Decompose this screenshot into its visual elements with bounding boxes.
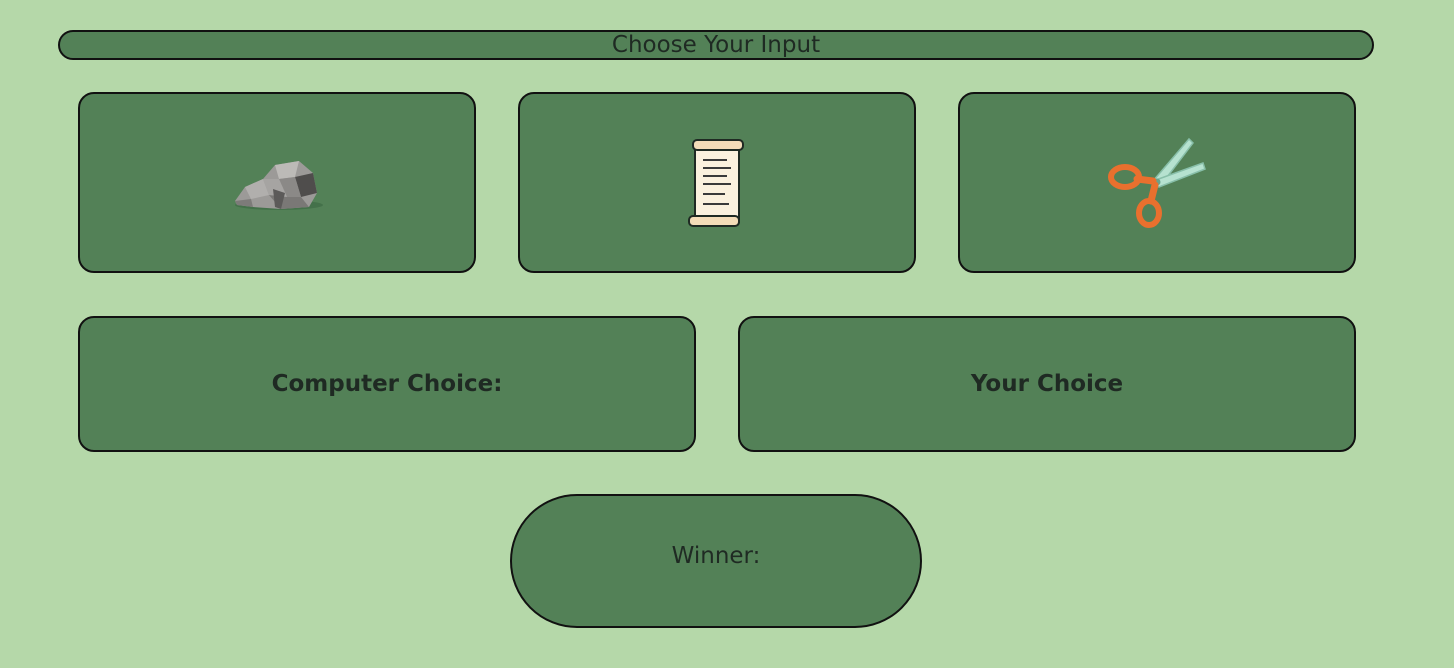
rock-icon xyxy=(235,160,323,210)
choose-input-header: Choose Your Input xyxy=(58,30,1374,60)
scissors-icon xyxy=(1108,137,1206,228)
winner-label: Winner: xyxy=(671,543,761,569)
rock-button[interactable] xyxy=(78,92,476,273)
scissors-button[interactable] xyxy=(958,92,1356,273)
computer-choice-label: Computer Choice: xyxy=(271,371,503,397)
paper-button[interactable] xyxy=(518,92,916,273)
computer-choice-panel: Computer Choice: xyxy=(78,316,696,452)
page-title: Choose Your Input xyxy=(611,32,821,58)
scroll-icon xyxy=(688,138,744,227)
winner-panel: Winner: xyxy=(510,494,922,628)
your-choice-label: Your Choice xyxy=(970,371,1124,397)
your-choice-panel: Your Choice xyxy=(738,316,1356,452)
